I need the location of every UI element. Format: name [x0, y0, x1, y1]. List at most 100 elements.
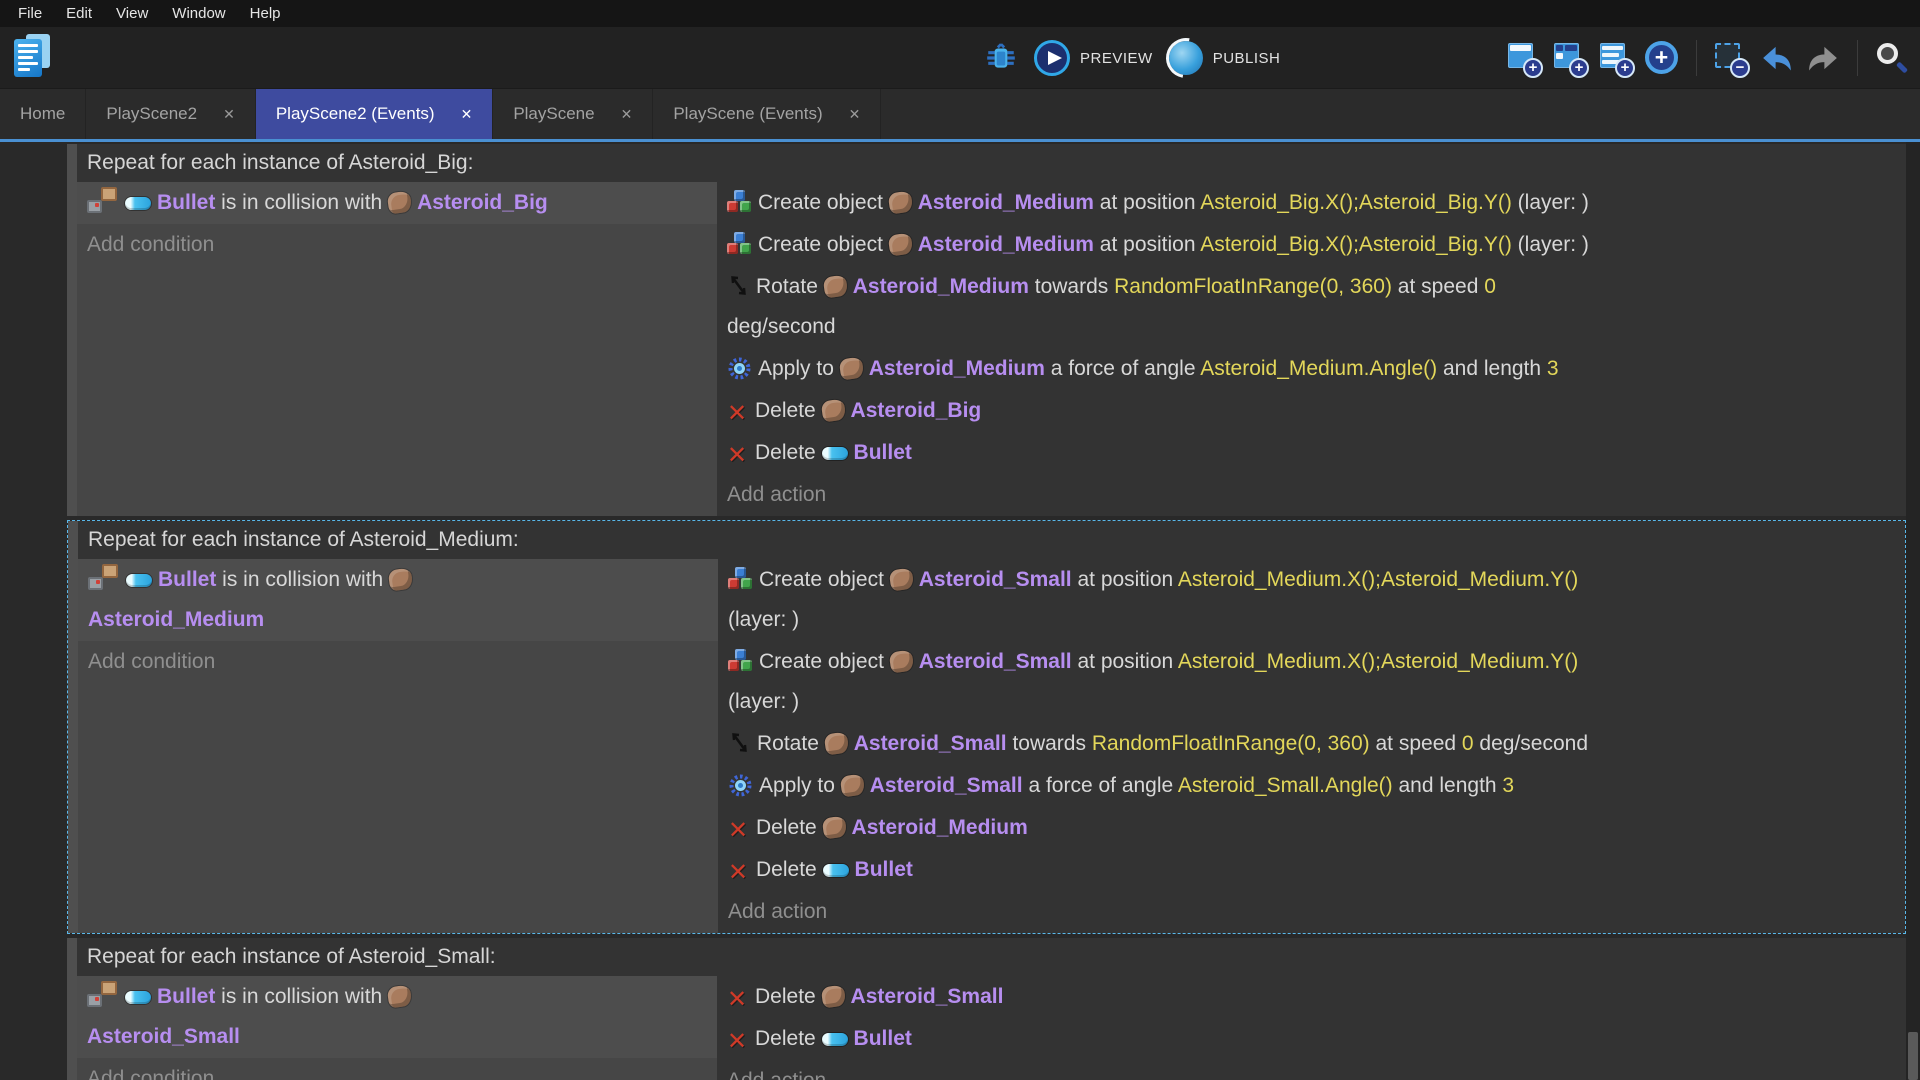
- conditions-column[interactable]: Bullet is in collision with Asteroid_Sma…: [77, 976, 717, 1080]
- action-row[interactable]: ✕Delete Bullet: [718, 849, 1905, 891]
- instruction-text: Delete: [755, 1027, 822, 1050]
- action-row[interactable]: ✕Delete Bullet: [717, 1018, 1906, 1060]
- conditions-column[interactable]: Bullet is in collision with Asteroid_Big…: [77, 182, 717, 516]
- debug-icon[interactable]: [984, 41, 1018, 75]
- asteroid-object-icon: [887, 233, 913, 257]
- action-row[interactable]: Rotate Asteroid_Small towards RandomFloa…: [718, 723, 1905, 765]
- asteroid-object-icon: [388, 568, 414, 592]
- create-object-icon: [727, 190, 752, 213]
- asteroid-object-icon: [387, 191, 413, 215]
- menu-help[interactable]: Help: [238, 0, 293, 27]
- preview-button[interactable]: PREVIEW: [1034, 40, 1153, 76]
- event-block[interactable]: Repeat for each instance of Asteroid_Big…: [67, 144, 1906, 516]
- scrollbar-thumb[interactable]: [1908, 1032, 1918, 1080]
- instruction-text: Delete: [755, 985, 822, 1008]
- event-drag-handle[interactable]: [67, 144, 77, 516]
- tab-close-icon[interactable]: ✕: [621, 106, 633, 123]
- event-drag-handle[interactable]: [67, 938, 77, 1080]
- object-name: Asteroid_Small: [87, 1025, 240, 1048]
- event-block[interactable]: Repeat for each instance of Asteroid_Sma…: [67, 938, 1906, 1080]
- menu-view[interactable]: View: [104, 0, 160, 27]
- tab-playscene2[interactable]: PlayScene2 ✕: [86, 89, 255, 139]
- action-row[interactable]: ✕Delete Asteroid_Big: [717, 390, 1906, 432]
- add-condition-button[interactable]: Add condition: [77, 1058, 717, 1080]
- instruction-text: and length: [1437, 357, 1547, 380]
- bullet-object-icon: [126, 574, 152, 587]
- object-name: Bullet: [157, 191, 215, 214]
- repeat-event-header[interactable]: Repeat for each instance of Asteroid_Big…: [77, 144, 1906, 182]
- tab-home[interactable]: Home: [0, 89, 86, 139]
- redo-icon[interactable]: [1805, 40, 1841, 76]
- repeat-event-header[interactable]: Repeat for each instance of Asteroid_Med…: [78, 521, 1905, 559]
- action-row[interactable]: ✕Delete Asteroid_Medium: [718, 807, 1905, 849]
- event-drag-handle[interactable]: [68, 521, 78, 933]
- tab-playscene2-events-[interactable]: PlayScene2 (Events)✕: [256, 89, 493, 139]
- toolbar: PREVIEW PUBLISH ++++−: [0, 27, 1920, 89]
- instruction-text: (layer: ): [728, 608, 799, 631]
- asteroid-object-icon: [888, 568, 914, 592]
- object-name: Bullet: [854, 1027, 912, 1050]
- events-sheet[interactable]: Repeat for each instance of Asteroid_Big…: [0, 142, 1920, 1080]
- repeat-event-header[interactable]: Repeat for each instance of Asteroid_Sma…: [77, 938, 1906, 976]
- condition-row[interactable]: Bullet is in collision with Asteroid_Big: [77, 182, 717, 224]
- tab-close-icon[interactable]: ✕: [223, 106, 235, 123]
- vertical-scrollbar[interactable]: [1906, 142, 1920, 1080]
- action-row[interactable]: Create object Asteroid_Small at position…: [718, 559, 1905, 641]
- action-row[interactable]: Create object Asteroid_Medium at positio…: [717, 224, 1906, 266]
- add-condition-button[interactable]: Add condition: [78, 641, 718, 683]
- actions-column[interactable]: Create object Asteroid_Small at position…: [718, 559, 1905, 933]
- tab-playscene-events-[interactable]: PlayScene (Events)✕: [653, 89, 881, 139]
- asteroid-object-icon: [839, 774, 865, 798]
- action-row[interactable]: Apply to Asteroid_Small a force of angle…: [718, 765, 1905, 807]
- actions-column[interactable]: ✕Delete Asteroid_Small✕Delete BulletAdd …: [717, 976, 1906, 1080]
- tab-close-icon[interactable]: ✕: [461, 106, 473, 123]
- add-circle-icon[interactable]: +: [1644, 40, 1680, 76]
- menu-edit[interactable]: Edit: [54, 0, 104, 27]
- undo-icon[interactable]: [1759, 40, 1795, 76]
- collision-icon: [87, 981, 119, 1007]
- object-name: Bullet: [855, 858, 913, 881]
- publish-button[interactable]: PUBLISH: [1169, 41, 1281, 75]
- instruction-text: Create object: [758, 191, 889, 214]
- delete-icon: ✕: [728, 819, 752, 843]
- action-row[interactable]: Create object Asteroid_Small at position…: [718, 641, 1905, 723]
- event-block[interactable]: Repeat for each instance of Asteroid_Med…: [67, 520, 1906, 934]
- add-condition-button[interactable]: Add condition: [77, 224, 717, 266]
- instruction-text: Create object: [759, 650, 890, 673]
- asteroid-object-icon: [838, 357, 864, 381]
- instruction-text: a force of angle: [1045, 357, 1200, 380]
- action-row[interactable]: Create object Asteroid_Medium at positio…: [717, 182, 1906, 224]
- instruction-text: a force of angle: [1023, 774, 1178, 797]
- remove-selection-icon[interactable]: −: [1713, 40, 1749, 76]
- instruction-text: is in collision with: [215, 191, 388, 214]
- bullet-object-icon: [822, 1033, 848, 1046]
- tab-label: PlayScene2: [106, 104, 197, 124]
- collision-icon: [87, 187, 119, 213]
- tab-close-icon[interactable]: ✕: [849, 106, 861, 123]
- object-name: Asteroid_Small: [919, 568, 1072, 591]
- add-event-icon[interactable]: +: [1506, 40, 1542, 76]
- condition-row[interactable]: Bullet is in collision with Asteroid_Med…: [78, 559, 718, 641]
- object-name: Asteroid_Medium: [853, 275, 1029, 298]
- action-row[interactable]: ✕Delete Asteroid_Small: [717, 976, 1906, 1018]
- menu-window[interactable]: Window: [160, 0, 237, 27]
- instruction-text: Apply to: [759, 774, 841, 797]
- search-icon[interactable]: [1874, 40, 1910, 76]
- add-comment-icon[interactable]: +: [1598, 40, 1634, 76]
- add-action-button[interactable]: Add action: [718, 891, 1905, 933]
- add-action-button[interactable]: Add action: [717, 474, 1906, 516]
- actions-column[interactable]: Create object Asteroid_Medium at positio…: [717, 182, 1906, 516]
- add-subevent-icon[interactable]: +: [1552, 40, 1588, 76]
- tab-playscene[interactable]: PlayScene✕: [493, 89, 653, 139]
- action-row[interactable]: Apply to Asteroid_Medium a force of angl…: [717, 348, 1906, 390]
- conditions-column[interactable]: Bullet is in collision with Asteroid_Med…: [78, 559, 718, 933]
- play-icon: [1034, 40, 1070, 76]
- project-manager-icon[interactable]: [10, 34, 56, 82]
- condition-row[interactable]: Bullet is in collision with Asteroid_Sma…: [77, 976, 717, 1058]
- add-action-button[interactable]: Add action: [717, 1060, 1906, 1080]
- apply-force-icon: [728, 772, 753, 797]
- action-row[interactable]: ✕Delete Bullet: [717, 432, 1906, 474]
- object-name: Asteroid_Small: [870, 774, 1023, 797]
- menu-file[interactable]: File: [6, 0, 54, 27]
- action-row[interactable]: Rotate Asteroid_Medium towards RandomFlo…: [717, 266, 1906, 348]
